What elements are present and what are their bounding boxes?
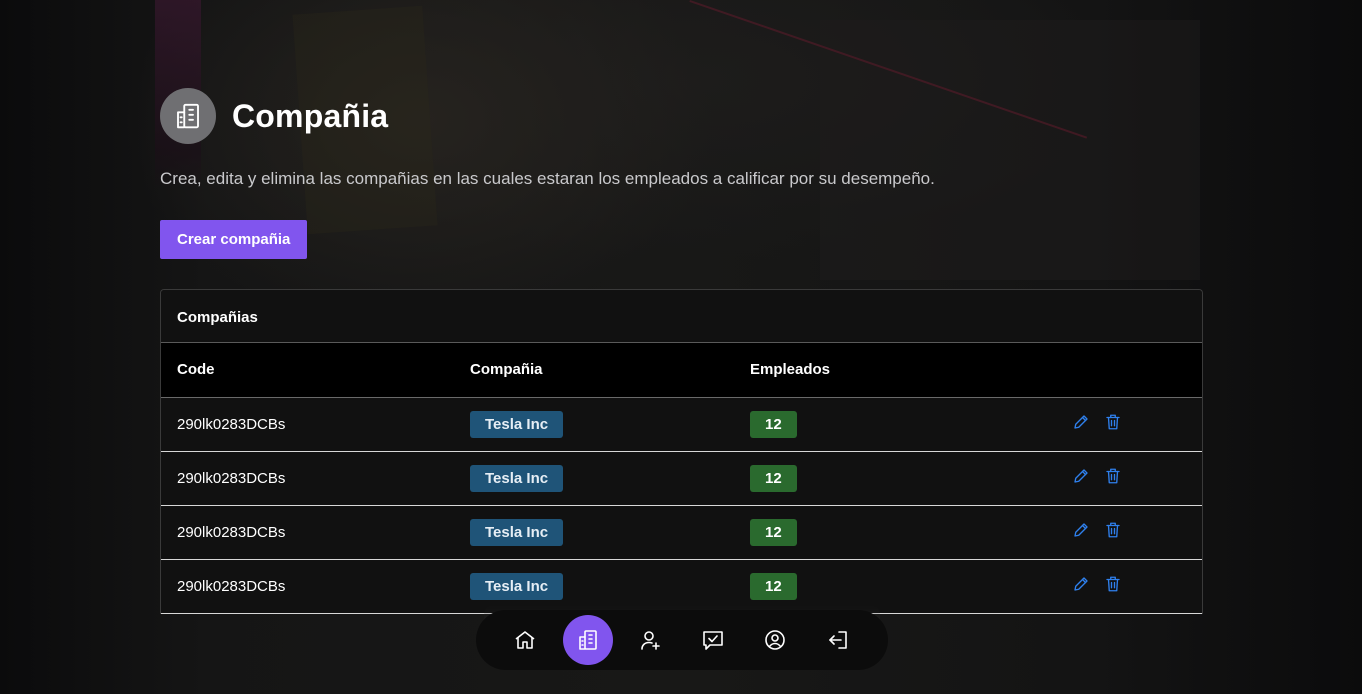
company-code: 290lk0283DCBs bbox=[177, 415, 286, 433]
trash-icon[interactable] bbox=[1104, 575, 1122, 593]
user-add-icon bbox=[638, 628, 662, 652]
trash-icon[interactable] bbox=[1104, 521, 1122, 539]
cell-company: Tesla Inc bbox=[470, 505, 750, 560]
chat-check-icon bbox=[701, 628, 725, 652]
home-icon bbox=[513, 628, 537, 652]
cell-employees: 12 bbox=[750, 451, 1050, 506]
column-header-code: Code bbox=[161, 343, 470, 398]
company-code: 290lk0283DCBs bbox=[177, 577, 286, 595]
employee-count-badge: 12 bbox=[750, 572, 797, 600]
building-icon bbox=[160, 88, 216, 144]
cell-code: 290lk0283DCBs bbox=[161, 451, 470, 506]
companies-table: Code Compañia Empleados 290lk0283DCBs Tes… bbox=[161, 343, 1202, 614]
column-header-actions bbox=[1050, 343, 1202, 398]
cell-actions bbox=[1050, 451, 1202, 506]
company-badge: Tesla Inc bbox=[470, 518, 564, 546]
company-badge: Tesla Inc bbox=[470, 464, 564, 492]
trash-icon[interactable] bbox=[1104, 467, 1122, 485]
pencil-icon[interactable] bbox=[1072, 413, 1090, 431]
pencil-icon[interactable] bbox=[1072, 575, 1090, 593]
column-header-employees: Empleados bbox=[750, 343, 1050, 398]
table-row: 290lk0283DCBs Tesla Inc 12 bbox=[161, 505, 1202, 560]
cell-employees: 12 bbox=[750, 397, 1050, 452]
nav-logout[interactable] bbox=[813, 615, 863, 665]
nav-home[interactable] bbox=[500, 615, 550, 665]
account-circle-icon bbox=[763, 628, 787, 652]
cell-actions bbox=[1050, 397, 1202, 452]
employee-count-badge: 12 bbox=[750, 518, 797, 546]
company-code: 290lk0283DCBs bbox=[177, 523, 286, 541]
company-code: 290lk0283DCBs bbox=[177, 469, 286, 487]
card-title: Compañias bbox=[161, 290, 1202, 343]
table-row: 290lk0283DCBs Tesla Inc 12 bbox=[161, 451, 1202, 506]
company-badge: Tesla Inc bbox=[470, 410, 564, 438]
nav-profile[interactable] bbox=[750, 615, 800, 665]
main-content: Compañia Crea, edita y elimina las compa… bbox=[160, 88, 1203, 614]
building-icon bbox=[576, 628, 600, 652]
cell-company: Tesla Inc bbox=[470, 451, 750, 506]
page-header: Compañia bbox=[160, 88, 1203, 144]
cell-company: Tesla Inc bbox=[470, 397, 750, 452]
bottom-nav bbox=[476, 610, 888, 670]
employee-count-badge: 12 bbox=[750, 410, 797, 438]
create-company-button[interactable]: Crear compañia bbox=[160, 220, 308, 259]
table-header-row: Code Compañia Empleados bbox=[161, 343, 1202, 398]
companies-card: Compañias Code Compañia Empleados 290lk0… bbox=[160, 289, 1203, 614]
nav-employees[interactable] bbox=[625, 615, 675, 665]
company-badge: Tesla Inc bbox=[470, 572, 564, 600]
nav-companies[interactable] bbox=[562, 615, 613, 665]
page-title: Compañia bbox=[232, 97, 389, 134]
nav-evaluations[interactable] bbox=[688, 615, 738, 665]
column-header-company: Compañia bbox=[470, 343, 750, 398]
logout-icon bbox=[826, 628, 850, 652]
cell-code: 290lk0283DCBs bbox=[161, 397, 470, 452]
cell-code: 290lk0283DCBs bbox=[161, 505, 470, 560]
employee-count-badge: 12 bbox=[750, 464, 797, 492]
pencil-icon[interactable] bbox=[1072, 521, 1090, 539]
trash-icon[interactable] bbox=[1104, 413, 1122, 431]
page-subtitle: Crea, edita y elimina las compañias en l… bbox=[160, 169, 935, 188]
cell-actions bbox=[1050, 559, 1202, 614]
pencil-icon[interactable] bbox=[1072, 467, 1090, 485]
cell-code: 290lk0283DCBs bbox=[161, 559, 470, 614]
cell-employees: 12 bbox=[750, 505, 1050, 560]
table-row: 290lk0283DCBs Tesla Inc 12 bbox=[161, 397, 1202, 452]
cell-actions bbox=[1050, 505, 1202, 560]
